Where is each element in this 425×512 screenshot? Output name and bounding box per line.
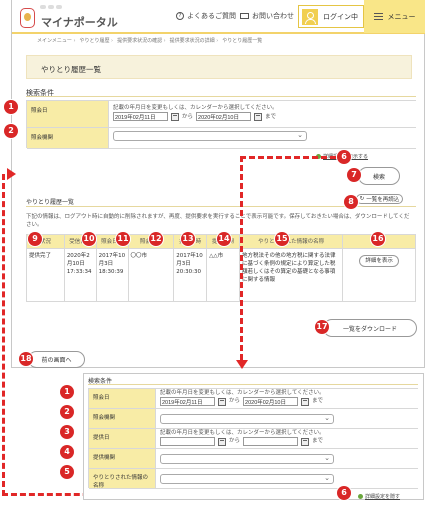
- annotation-badge: 12: [149, 232, 163, 246]
- row-ref-org: 〇〇市: [129, 249, 175, 301]
- login-status-button[interactable]: ログイン中: [298, 5, 364, 28]
- annotation-badge: 2: [4, 124, 18, 138]
- question-icon: ?: [176, 12, 184, 20]
- calendar-icon[interactable]: [171, 112, 179, 121]
- detail-form: 照会日 記載の年月日を変更もしくは、カレンダーから選択してください。 からまで …: [88, 388, 418, 489]
- table-row: 提供完了 2020年2月10日17:33:34 2017年10月3日18:30:…: [27, 249, 415, 301]
- annotation-badge: 8: [344, 195, 358, 209]
- annotation-badge: 14: [217, 232, 231, 246]
- annotation-badge: 15: [275, 232, 289, 246]
- annotation-badge: 6: [337, 486, 351, 500]
- annotation-badge: 6: [337, 150, 351, 164]
- detail-search-screen: 検索条件 照会日 記載の年月日を変更もしくは、カレンダーから選択してください。 …: [83, 373, 424, 500]
- search-form: 照会日 記載の年月日を変更もしくは、カレンダーから選択してください。 から まで…: [26, 100, 416, 149]
- logo-text: マイナポータル: [41, 16, 118, 29]
- detail-ref-date-to[interactable]: [243, 397, 299, 406]
- breadcrumb-item[interactable]: 提供要求状況の確認: [117, 37, 166, 44]
- annotation-badge: 1: [4, 100, 18, 114]
- annotation-badge: 2: [60, 405, 74, 419]
- ref-date-from-input[interactable]: [113, 112, 168, 121]
- download-list-button[interactable]: 一覧をダウンロード: [323, 319, 417, 337]
- detail-provided-date-label: 提供日: [89, 429, 156, 448]
- calendar-icon[interactable]: [218, 397, 226, 406]
- annotation-badge: 1: [60, 385, 74, 399]
- detail-provider-select[interactable]: [160, 454, 334, 464]
- annotation-badge: 18: [19, 352, 33, 366]
- ref-org-label: 照会機関: [27, 128, 109, 148]
- breadcrumb-item[interactable]: 提供要求状況の詳細: [170, 37, 219, 44]
- row-status: 提供完了: [27, 249, 65, 301]
- reload-list-button[interactable]: ↻ 一覧を再読込: [356, 194, 403, 204]
- main-screen: マイナポータル ? よくあるご質問 お問い合わせ ログイン中 メニュー メインメニ…: [11, 0, 425, 368]
- logo[interactable]: マイナポータル: [20, 5, 118, 30]
- ref-date-to-input[interactable]: [196, 112, 252, 121]
- faq-link[interactable]: ? よくあるご質問: [176, 11, 236, 21]
- flow-arrow-head: [7, 168, 16, 180]
- section-divider: [26, 206, 416, 207]
- calendar-icon[interactable]: [301, 437, 310, 446]
- detail-ref-org-select[interactable]: [160, 414, 334, 424]
- row-ref-datetime: 2017年10月3日18:30:39: [97, 249, 129, 301]
- mail-icon: [240, 13, 249, 19]
- detail-ref-date-label: 照会日: [89, 389, 156, 408]
- breadcrumb: メインメニュー やりとり履歴 提供要求状況の確認 提供要求状況の詳細 やりとり履…: [37, 37, 262, 44]
- annotation-badge: 17: [315, 320, 329, 334]
- flow-arrow-head: [236, 360, 248, 369]
- row-provider: △△市: [207, 249, 240, 301]
- detail-info-name-select[interactable]: [160, 474, 334, 484]
- annotation-badge: 11: [116, 232, 130, 246]
- user-icon: [302, 8, 318, 25]
- row-provided: 2017年10月3日20:30:30: [174, 249, 208, 301]
- calendar-icon[interactable]: [218, 437, 226, 446]
- history-note: 下記の情報は、ログアウト時に自動的に削除されますが、再度、提供要求を実行すること…: [26, 214, 410, 228]
- refresh-icon: ↻: [359, 196, 365, 202]
- annotation-badge: 16: [371, 232, 385, 246]
- green-dot-icon: [358, 494, 363, 499]
- annotation-badge: 10: [82, 232, 96, 246]
- annotation-badge: 5: [60, 465, 74, 479]
- flow-arrow: [240, 156, 336, 159]
- date-help-text: 記載の年月日を変更もしくは、カレンダーから選択してください。: [113, 105, 278, 111]
- col-info-name: やりとりされた情報の名称: [240, 235, 344, 248]
- page-title: やりとり履歴一覧: [26, 55, 412, 79]
- search-button[interactable]: 検索: [358, 167, 400, 185]
- calendar-icon[interactable]: [301, 397, 310, 406]
- site-header: マイナポータル ? よくあるご質問 お問い合わせ ログイン中 メニュー: [12, 0, 425, 34]
- section-divider: [88, 384, 418, 385]
- contact-link[interactable]: お問い合わせ: [240, 11, 294, 21]
- annotation-badge: 4: [60, 445, 74, 459]
- hide-detail-link[interactable]: 詳細設定を隠す: [358, 493, 400, 500]
- detail-button[interactable]: 詳細を表示: [359, 255, 400, 267]
- breadcrumb-item[interactable]: メインメニュー: [37, 37, 75, 44]
- flow-arrow: [2, 174, 5, 496]
- mascot-icon: [20, 8, 35, 28]
- row-info-name: 地方税法その他の地方税に関する法律に基づく条例の規定により算定した税額若しくはそ…: [240, 249, 344, 301]
- calendar-icon[interactable]: [254, 112, 263, 121]
- ref-org-select[interactable]: [113, 131, 307, 141]
- detail-ref-date-from[interactable]: [160, 397, 215, 406]
- menu-icon: [373, 13, 383, 20]
- annotation-badge: 13: [181, 232, 195, 246]
- flow-arrow: [240, 156, 243, 360]
- detail-provided-date-from[interactable]: [160, 437, 215, 446]
- section-divider: [26, 96, 416, 97]
- breadcrumb-item[interactable]: やりとり履歴: [79, 37, 113, 44]
- detail-info-name-label: やりとりされた情報の名称: [89, 469, 156, 489]
- ref-date-label: 照会日: [27, 101, 109, 127]
- annotation-badge: 7: [347, 168, 361, 182]
- detail-provided-date-to[interactable]: [243, 437, 299, 446]
- logo-dots: [40, 5, 62, 9]
- back-button[interactable]: 前の画面へ: [28, 351, 85, 368]
- annotation-badge: 9: [28, 232, 42, 246]
- menu-button[interactable]: メニュー: [364, 0, 425, 33]
- row-received: 2020年2月10日17:33:34: [65, 249, 97, 301]
- detail-ref-org-label: 照会機関: [89, 409, 156, 428]
- detail-provider-label: 提供機関: [89, 449, 156, 468]
- breadcrumb-current: やりとり履歴一覧: [222, 38, 263, 44]
- annotation-badge: 3: [60, 425, 74, 439]
